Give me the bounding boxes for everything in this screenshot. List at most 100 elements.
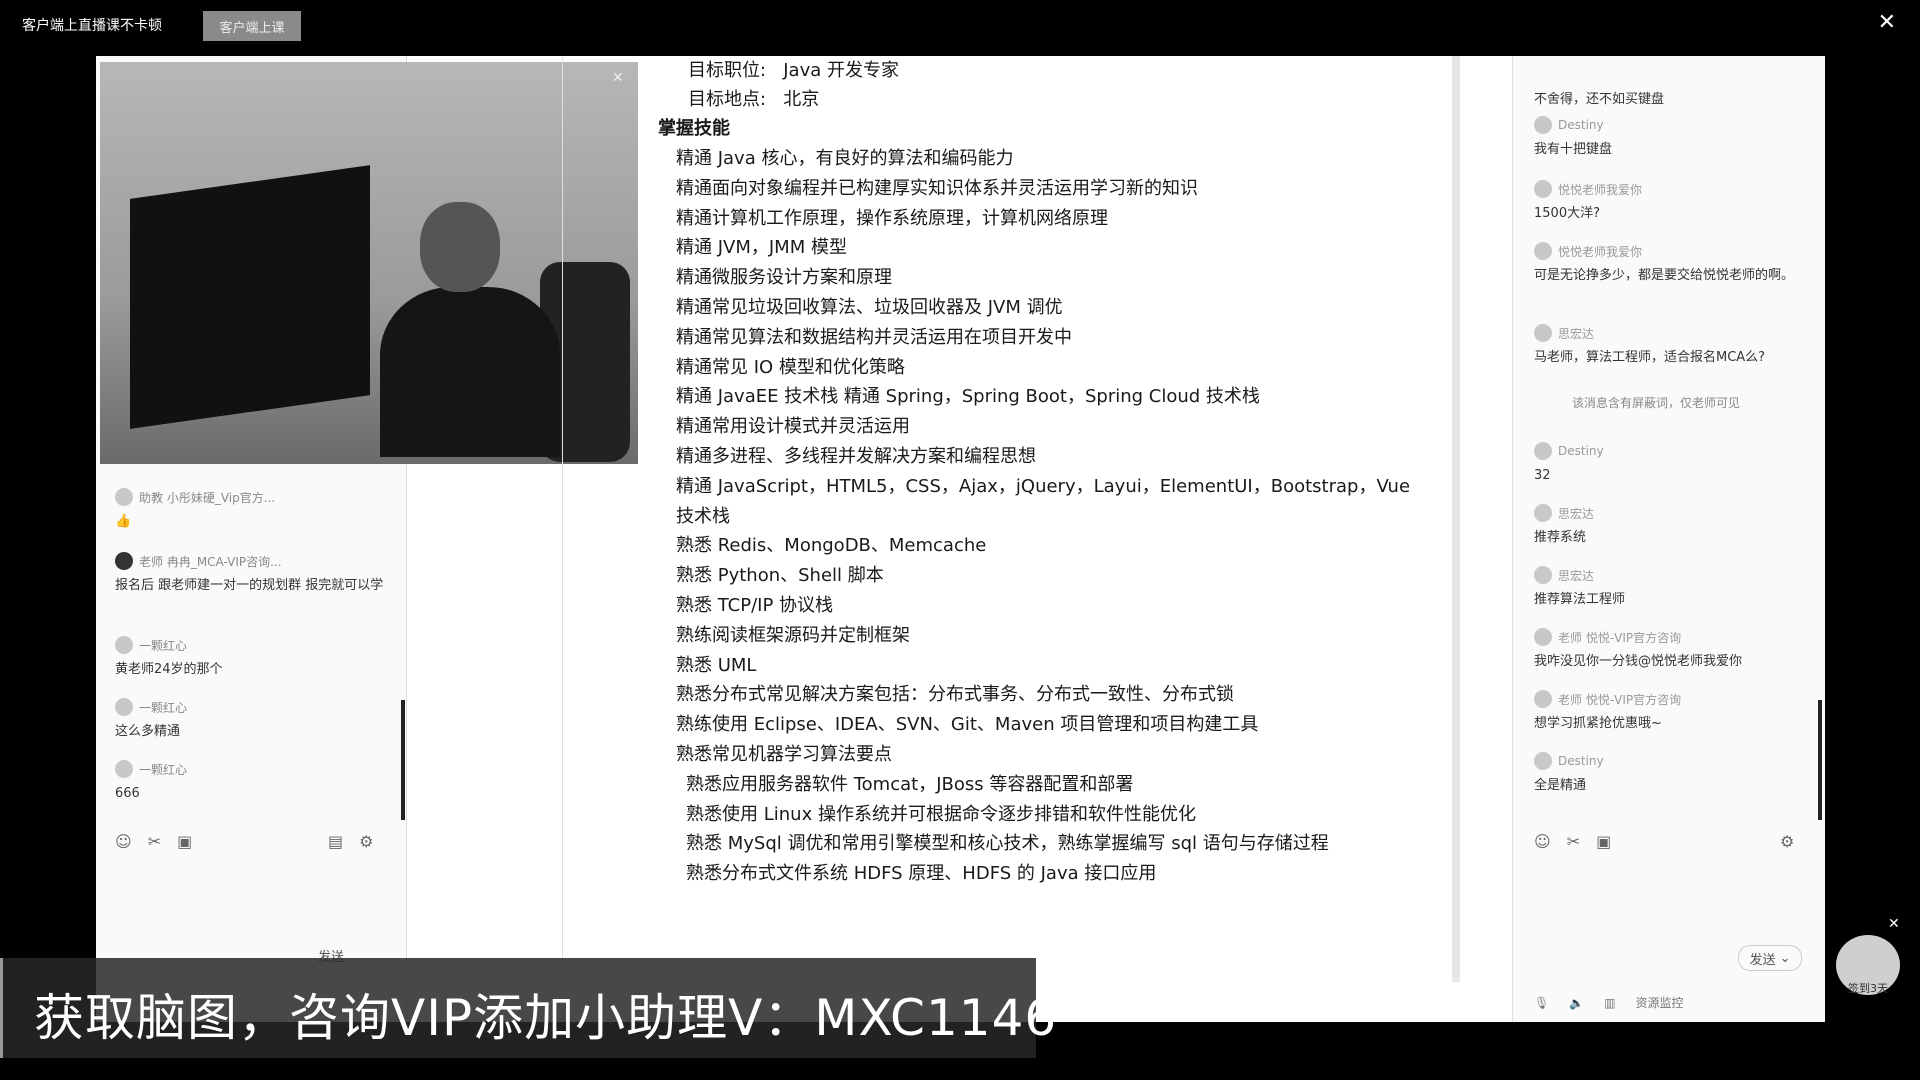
right-scrollbar[interactable] (1818, 700, 1822, 820)
skill-line: 精通常用设计模式并灵活运用 (676, 416, 910, 438)
chat-text: 黄老师24岁的那个 (115, 662, 223, 677)
top-title: 客户端上直播课不卡顿 (22, 18, 162, 34)
chat-text: 全是精通 (1534, 778, 1587, 793)
scissors-icon[interactable]: ✂ (148, 832, 161, 851)
scissors-icon[interactable]: ✂ (1567, 832, 1580, 851)
skill-line: 精通面向对象编程并已构建厚实知识体系并灵活运用学习新的知识 (676, 177, 1198, 199)
chat-sender: 老师 悦悦-VIP官方咨询 (1558, 630, 1682, 645)
skill-line: 熟练阅读框架源码并定制框架 (676, 624, 910, 646)
webcam-video[interactable] (100, 62, 638, 464)
settings-icon[interactable]: ⚙ (1780, 832, 1794, 851)
chat-sender: 老师 冉冉_MCA-VIP咨询... (139, 554, 282, 569)
chat-sender: Destiny (1558, 118, 1604, 132)
chat-message-partial: 不舍得，还不如买键盘 (1534, 84, 1794, 110)
emoji-icon[interactable]: ☺ (115, 832, 132, 851)
skill-line: 精通多进程、多线程并发解决方案和编程思想 (676, 446, 1036, 467)
chat-text: 马老师，算法工程师，适合报名MCA么? (1534, 350, 1766, 365)
skill-line: 熟悉 Python、Shell 脚本 (676, 565, 884, 587)
chat-text: 我咋没见你一分钱@悦悦老师我爱你 (1534, 654, 1743, 669)
chat-text: 报名后 跟老师建一对一的规划群 报完就可以学 (115, 578, 384, 593)
chat-text: 我有十把键盘 (1534, 142, 1613, 157)
avatar (1534, 752, 1552, 770)
chat-meta: 老师 悦悦-VIP官方咨询 (1534, 690, 1794, 708)
avatar (1534, 566, 1552, 584)
microphone-icon[interactable]: 🎙 (1534, 996, 1549, 1010)
chat-message: 悦悦老师我爱你 1500大洋? (1534, 180, 1794, 224)
avatar (1534, 628, 1552, 646)
avatar (1534, 180, 1552, 198)
mascot-close-icon[interactable]: ✕ (1888, 916, 1900, 932)
comment-icon[interactable]: ▤ (328, 832, 343, 851)
chat-sender: 一颗红心 (139, 700, 188, 715)
skill-line: 技术栈 (676, 505, 730, 527)
chat-sender: 悦悦老师我爱你 (1558, 182, 1643, 197)
chat-text: 推荐算法工程师 (1534, 592, 1626, 607)
avatar (115, 760, 133, 778)
chat-text: 推荐系统 (1534, 530, 1587, 545)
avatar (115, 552, 133, 570)
skill-line-indented: 熟悉分布式文件系统 HDFS 原理、HDFS 的 Java 接口应用 (686, 863, 1157, 885)
webcam-person (380, 287, 560, 457)
signal-icon[interactable]: ▥ (1604, 996, 1615, 1010)
chat-message: Destiny 32 (1534, 442, 1794, 486)
resource-monitor-label[interactable]: 资源监控 (1636, 994, 1684, 1011)
chat-message: 思宏达推荐系统 (1534, 504, 1794, 548)
chat-message: 助教 小彤妹硬_Vip官方... 👍 (115, 488, 385, 532)
skill-line: 精通 Java 核心，有良好的算法和编码能力 (676, 148, 1014, 169)
client-class-button[interactable]: 客户端上课 (203, 11, 301, 41)
chat-message: 老师 悦悦-VIP官方咨询 想学习抓紧抢优惠哦~ (1534, 690, 1794, 734)
chat-meta: 思宏达 (1534, 324, 1794, 342)
skill-line-indented: 熟悉使用 Linux 操作系统并可根据命令逐步排错和软件性能优化 (686, 803, 1196, 825)
skill-line: 精通 JVM，JMM 模型 (676, 237, 847, 259)
chat-meta: Destiny (1534, 442, 1794, 460)
document-scrollbar[interactable] (1452, 56, 1460, 982)
doc-target-position: 目标职位: Java 开发专家 (688, 60, 899, 81)
skill-line: 精通常见 IO 模型和优化策略 (676, 356, 905, 378)
emoji-icon[interactable]: ☺ (1534, 832, 1551, 851)
skill-line: 熟悉分布式常见解决方案包括：分布式事务、分布式一致性、分布式锁 (676, 684, 1234, 706)
avatar (1534, 690, 1552, 708)
skill-line: 精通微服务设计方案和原理 (676, 267, 892, 289)
doc-heading: 掌握技能 (658, 118, 730, 139)
avatar (1534, 504, 1552, 522)
close-icon[interactable]: ✕ (1878, 10, 1896, 35)
left-edge-strip (0, 958, 3, 1058)
speaker-icon[interactable]: 🔈 (1569, 996, 1584, 1010)
chat-meta: Destiny (1534, 116, 1794, 134)
chat-message: Destiny 全是精通 (1534, 752, 1794, 796)
chat-message: Destiny 我有十把键盘 (1534, 116, 1794, 160)
bottom-controls: 🎙 🔈 ▥ 资源监控 (1534, 994, 1684, 1011)
image-icon[interactable]: ▣ (1596, 832, 1611, 851)
skill-line: 熟悉常见机器学习算法要点 (676, 744, 892, 765)
chat-sender: 悦悦老师我爱你 (1558, 244, 1643, 259)
chat-meta: 悦悦老师我爱你 (1534, 242, 1794, 260)
webcam-close-icon[interactable]: ✕ (612, 70, 624, 86)
chat-sender: 助教 小彤妹硬_Vip官方... (139, 490, 276, 505)
checkin-mascot[interactable]: 签到3天 (1836, 935, 1900, 995)
chat-message: 思宏达马老师，算法工程师，适合报名MCA么? (1534, 324, 1794, 368)
chat-message: 悦悦老师我爱你 可是无论挣多少，都是要交给悦悦老师的啊。 (1534, 242, 1794, 286)
blocked-notice: 该消息含有屏蔽词，仅老师可见 (1572, 396, 1741, 410)
chat-message: 一颗红心 666 (115, 760, 385, 804)
image-icon[interactable]: ▣ (177, 832, 192, 851)
skill-line-indented: 熟悉应用服务器软件 Tomcat，JBoss 等容器配置和部署 (686, 773, 1134, 795)
right-send-button[interactable]: 发送 ⌄ (1738, 945, 1802, 971)
skill-line: 精通 JavaEE 技术栈 精通 Spring，Spring Boot，Spri… (676, 386, 1260, 408)
chat-message: 老师 冉冉_MCA-VIP咨询... 报名后 跟老师建一对一的规划群 报完就可以… (115, 552, 385, 596)
settings-icon[interactable]: ⚙ (359, 832, 373, 851)
right-chat-toolbar: ☺ ✂ ▣ (1534, 832, 1611, 851)
document-divider (562, 56, 563, 1022)
banner-text: 获取脑图，咨询VIP添加小助理V：MXC1146 (34, 989, 1058, 1047)
chat-text: 这么多精通 (115, 724, 181, 739)
chat-sender: Destiny (1558, 754, 1604, 768)
chat-text: 不舍得，还不如买键盘 (1534, 92, 1665, 107)
skill-line: 熟悉 Redis、MongoDB、Memcache (676, 535, 987, 557)
chat-message: 一颗红心 黄老师24岁的那个 (115, 636, 385, 680)
chat-sender: Destiny (1558, 444, 1604, 458)
chat-sender: 思宏达 (1558, 506, 1595, 521)
chat-text: 1500大洋? (1534, 206, 1600, 221)
left-chat-toolbar-right: ▤ ⚙ (328, 832, 373, 851)
chat-meta: 思宏达 (1534, 504, 1794, 522)
skill-line: 精通 JavaScript，HTML5，CSS，Ajax，jQuery，Layu… (676, 475, 1411, 497)
left-scrollbar[interactable] (401, 700, 405, 820)
